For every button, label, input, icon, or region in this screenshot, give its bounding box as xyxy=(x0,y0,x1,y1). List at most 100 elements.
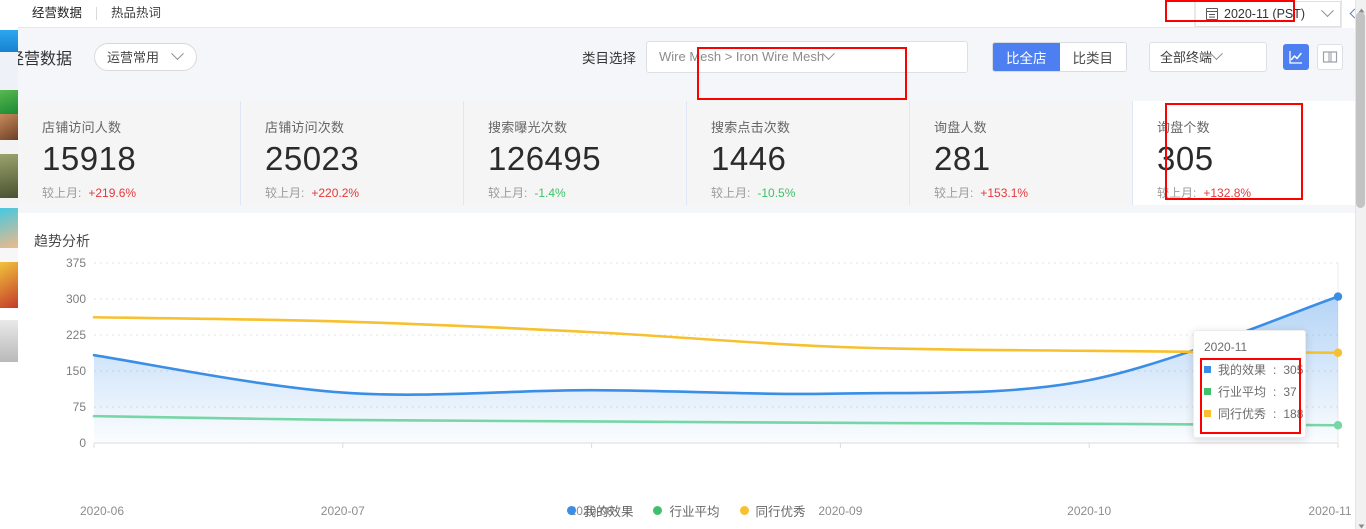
scroll-down-arrow[interactable] xyxy=(1357,518,1366,529)
terminal-select[interactable]: 全部终端 xyxy=(1149,41,1267,72)
kpi-card-label: 搜索点击次数 xyxy=(711,120,791,135)
legend-item-2[interactable]: 行业平均 xyxy=(653,501,720,520)
tooltip-series-sep: : xyxy=(1273,384,1277,399)
trend-chart-svg[interactable] xyxy=(18,261,1355,485)
tab-business-data[interactable]: 经营数据 xyxy=(18,0,96,27)
kpi-card-1[interactable]: 店铺访问人数 15918 较上月: +219.6% xyxy=(18,101,240,205)
kpi-card-label: 询盘人数 xyxy=(934,120,987,135)
kpi-delta-label: 较上月: xyxy=(1157,186,1197,200)
series-endpoint-同行优秀[interactable] xyxy=(1333,348,1343,357)
top-tab-bar: 经营数据 热品热词 2020-11 (PST) xyxy=(0,0,1366,28)
chart-tooltip: 2020-11 我的效果:305 行业平均:37 同行优秀:188 xyxy=(1193,330,1306,438)
chevron-down-icon xyxy=(1210,47,1223,64)
left-sidebar-strip[interactable] xyxy=(0,0,18,529)
scrollbar-thumb[interactable] xyxy=(1356,12,1365,208)
kpi-delta-value: +220.2% xyxy=(311,186,360,200)
terminal-select-value: 全部终端 xyxy=(1160,50,1213,65)
series-endpoint-行业平均[interactable] xyxy=(1333,421,1343,430)
date-picker-value: 2020-11 (PST) xyxy=(1224,6,1306,21)
compare-category-button[interactable]: 比类目 xyxy=(1059,42,1126,71)
line-chart-view-button[interactable] xyxy=(1283,43,1309,70)
kpi-card-6[interactable]: 询盘个数 305 较上月: +132.8% xyxy=(1132,101,1355,205)
tooltip-series-label: 行业平均 xyxy=(1218,385,1267,399)
preset-select[interactable]: 运营常用 xyxy=(94,42,198,71)
kpi-delta-label: 较上月: xyxy=(711,186,751,200)
preset-select-value: 运营常用 xyxy=(107,50,160,65)
kpi-card-label: 店铺访问次数 xyxy=(265,120,345,135)
chevron-down-icon xyxy=(171,47,184,64)
kpi-card-delta: 较上月: +220.2% xyxy=(265,184,463,201)
kpi-card-value: 305 xyxy=(1157,140,1214,177)
kpi-card-value: 126495 xyxy=(488,140,602,177)
compare-segmented-control: 比全店 比类目 xyxy=(992,41,1127,72)
kpi-delta-value: -1.4% xyxy=(534,186,566,200)
tooltip-series-value: 305 xyxy=(1283,362,1304,377)
kpi-card-delta: 较上月: +219.6% xyxy=(42,184,240,201)
legend-item-1[interactable]: 我的效果 xyxy=(567,501,633,520)
kpi-card-value: 15918 xyxy=(42,140,137,177)
sidebar-thumb[interactable] xyxy=(0,154,18,198)
kpi-delta-value: +153.1% xyxy=(980,186,1029,200)
tooltip-series-value: 37 xyxy=(1283,384,1297,399)
sidebar-thumb[interactable] xyxy=(0,30,18,52)
series-endpoint-我的效果[interactable] xyxy=(1333,292,1343,301)
legend-color-dot xyxy=(653,506,663,515)
kpi-card-value: 25023 xyxy=(265,140,360,177)
kpi-delta-label: 较上月: xyxy=(934,186,974,200)
kpi-delta-value: +219.6% xyxy=(88,186,137,200)
kpi-card-value: 281 xyxy=(934,140,991,177)
kpi-card-3[interactable]: 搜索曝光次数 126495 较上月: -1.4% xyxy=(463,101,686,205)
tooltip-rows: 我的效果:305 行业平均:37 同行优秀:188 xyxy=(1204,361,1303,422)
kpi-card-label: 店铺访问人数 xyxy=(42,120,122,135)
chevron-down-icon xyxy=(822,47,835,64)
kpi-card-delta: 较上月: -1.4% xyxy=(488,184,686,201)
tab-hot-products[interactable]: 热品热词 xyxy=(97,0,175,27)
kpi-card-value: 1446 xyxy=(711,140,787,177)
topbar-right: 2020-11 (PST) xyxy=(1194,0,1366,28)
legend-color-dot xyxy=(739,506,749,515)
tooltip-series-color xyxy=(1204,366,1211,373)
sidebar-thumb[interactable] xyxy=(0,208,18,248)
category-select[interactable]: Wire Mesh > Iron Wire Mesh xyxy=(646,40,968,73)
kpi-delta-value: +132.8% xyxy=(1203,186,1252,200)
chevron-down-icon xyxy=(1321,3,1334,21)
trend-chart-panel: 趋势分析 0 75 150 225 300 375 2020-06 2020-07 2020-… xyxy=(18,213,1355,529)
filter-bar: 经营数据 运营常用 类目选择 Wire Mesh > Iron Wire Mes… xyxy=(0,28,1355,85)
scroll-up-arrow[interactable] xyxy=(1357,2,1366,13)
legend-label: 同行优秀 xyxy=(755,505,806,519)
view-toggle-group xyxy=(1283,43,1343,70)
legend-color-dot xyxy=(567,506,577,515)
app-root: 经营数据 热品热词 2020-11 (PST) 经营数据 运营常用 类目选择 W… xyxy=(0,0,1366,529)
tooltip-title: 2020-11 xyxy=(1204,340,1248,354)
kpi-card-delta: 较上月: +132.8% xyxy=(1157,184,1355,201)
tooltip-series-sep: : xyxy=(1273,406,1277,421)
date-picker[interactable]: 2020-11 (PST) xyxy=(1195,0,1341,27)
sidebar-thumb[interactable] xyxy=(0,114,18,140)
filter-controls: 类目选择 Wire Mesh > Iron Wire Mesh 比全店 比类目 … xyxy=(582,40,1355,73)
calendar-icon xyxy=(1206,7,1218,20)
kpi-card-label: 询盘个数 xyxy=(1157,120,1210,135)
kpi-card-2[interactable]: 店铺访问次数 25023 较上月: +220.2% xyxy=(240,101,463,205)
tooltip-series-value: 188 xyxy=(1283,406,1304,421)
legend-label: 我的效果 xyxy=(583,505,634,519)
tooltip-series-color xyxy=(1204,388,1211,395)
chart-legend: 我的效果 行业平均 同行优秀 xyxy=(18,501,1355,520)
compare-whole-store-button[interactable]: 比全店 xyxy=(993,42,1060,71)
page-scrollbar[interactable] xyxy=(1355,0,1366,529)
sidebar-thumb[interactable] xyxy=(0,320,18,362)
tooltip-row: 我的效果:305 xyxy=(1204,361,1303,378)
kpi-delta-label: 较上月: xyxy=(42,186,82,200)
tooltip-row: 行业平均:37 xyxy=(1204,383,1297,400)
kpi-delta-label: 较上月: xyxy=(265,186,305,200)
sidebar-thumb[interactable] xyxy=(0,90,18,114)
tooltip-series-color xyxy=(1204,410,1211,417)
top-tabs: 经营数据 热品热词 xyxy=(18,0,175,27)
kpi-card-5[interactable]: 询盘人数 281 较上月: +153.1% xyxy=(909,101,1132,205)
kpi-card-label: 搜索曝光次数 xyxy=(488,120,568,135)
kpi-card-4[interactable]: 搜索点击次数 1446 较上月: -10.5% xyxy=(686,101,909,205)
legend-item-3[interactable]: 同行优秀 xyxy=(739,501,806,520)
category-select-value: Wire Mesh > Iron Wire Mesh xyxy=(659,49,825,64)
sidebar-thumb[interactable] xyxy=(0,262,18,308)
table-view-button[interactable] xyxy=(1317,43,1343,70)
tooltip-series-label: 同行优秀 xyxy=(1218,407,1267,421)
